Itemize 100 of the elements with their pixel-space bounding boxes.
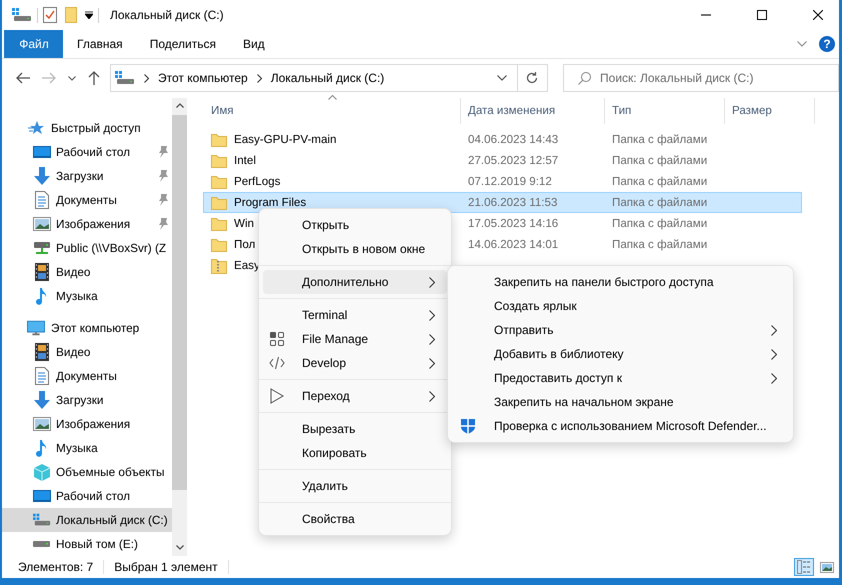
chevron-right-icon [771,373,777,384]
close-icon[interactable] [813,10,823,20]
file-name[interactable]: Win [234,217,254,230]
menu-item[interactable]: Переход [263,384,447,408]
file-name[interactable]: Easy [234,259,260,272]
sidebar-item[interactable]: Загрузки [2,164,172,188]
folder-icon [211,154,227,168]
folder-icon [211,196,227,210]
sidebar-item[interactable]: Изображения [2,212,172,236]
zip-folder-icon [211,258,227,274]
back-arrow-icon[interactable] [16,72,30,84]
chevron-right-icon [429,334,435,345]
menu-item[interactable]: Предоставить доступ к [452,366,789,390]
folder-icon [211,174,227,188]
image-icon [33,417,51,431]
menu-item[interactable]: Terminal [263,303,447,327]
address-bar[interactable]: Этот компьютер Локальный диск (C:) [110,64,518,92]
pin-icon [158,194,168,206]
scroll-thumb[interactable] [172,115,187,490]
menu-item[interactable]: Закрепить на начальном экране [452,390,789,414]
selected-row-highlight[interactable]: Program Files 21.06.2023 11:53 Папка с файлами [203,192,802,213]
film-icon [35,263,49,281]
film-icon [35,343,49,361]
help-button[interactable]: ? [819,36,835,52]
sidebar-item[interactable]: Public (\\VBoxSvr) (Z [2,236,172,260]
menu-item[interactable]: Проверка с использованием Microsoft Defender... [452,414,789,438]
menu-item[interactable]: Дополнительно [263,270,447,294]
menu-item[interactable]: Удалить [263,474,447,498]
column-header[interactable]: Размер [725,98,815,124]
breadcrumb[interactable]: Локальный диск (C:) [270,71,384,85]
menu-item[interactable]: Добавить в библиотеку [452,342,789,366]
ribbon-tab[interactable]: Вид [228,30,278,58]
file-name[interactable]: Easy-GPU-PV-main [234,133,336,146]
system-drive-icon [33,513,51,527]
sidebar-item[interactable]: Рабочий стол [2,140,172,164]
column-header[interactable]: Имя [204,98,461,124]
search-input[interactable]: Поиск: Локальный диск (C:) [600,71,838,85]
chevron-right-icon [771,349,777,360]
file-name[interactable]: Intel [234,154,256,167]
ribbon-tab[interactable]: Поделиться [136,30,229,58]
recent-locations-icon[interactable] [68,76,76,80]
refresh-button[interactable] [516,64,548,92]
sidebar-item[interactable]: Локальный диск (C:) [2,508,172,532]
sidebar-item[interactable]: Документы [2,188,172,212]
dropdown-caret-icon[interactable] [85,11,93,19]
network-drive-icon [33,240,51,256]
menu-item[interactable]: File Manage [263,327,447,351]
system-drive-icon [12,8,32,22]
menu-item[interactable]: Создать ярлык [452,294,789,318]
chevron-right-icon [429,358,435,369]
sidebar-item[interactable]: Документы [2,364,172,388]
sidebar-item[interactable]: Музыка [2,436,172,460]
date-cell-text: 17.05.2023 14:16 [467,217,560,230]
scrollbar[interactable] [172,98,187,556]
chevron-right-icon [429,310,435,321]
scroll-down-icon[interactable] [176,545,184,550]
file-menu-tab[interactable]: Файл [4,30,63,58]
code-icon [269,356,285,370]
type-cell-text: Папка с файлами [611,238,708,251]
pin-icon [158,146,168,158]
ribbon-tab[interactable]: Главная [63,30,136,58]
column-header[interactable]: Дата изменения [461,98,605,124]
desktop-icon [33,145,51,159]
up-arrow-icon[interactable] [88,71,100,85]
expand-ribbon-icon[interactable] [797,41,807,47]
sidebar-item[interactable]: Рабочий стол [2,484,172,508]
sidebar-item[interactable]: Этот компьютер [2,316,172,340]
menu-item[interactable]: Открыть [263,213,447,237]
menu-item[interactable]: Открыть в новом окне [263,237,447,261]
computer-icon [27,320,45,336]
document-icon [35,367,49,385]
sidebar-item[interactable]: Видео [2,260,172,284]
menu-item[interactable]: Свойства [263,507,447,531]
menu-item[interactable]: Develop [263,351,447,375]
sidebar-item[interactable]: Загрузки [2,388,172,412]
file-name[interactable]: Пол [234,238,256,251]
file-name[interactable]: PerfLogs [234,175,280,188]
maximize-icon[interactable] [757,10,767,20]
sidebar-item[interactable]: Музыка [2,284,172,308]
breadcrumb[interactable]: Этот компьютер [158,71,248,85]
sidebar-item[interactable]: Новый том (E:) [2,532,172,556]
details-view-icon [797,560,811,574]
scroll-up-icon[interactable] [176,103,184,108]
sidebar-item[interactable]: Изображения [2,412,172,436]
menu-item[interactable]: Отправить [452,318,789,342]
view-button[interactable] [794,558,814,576]
search-field[interactable]: Поиск: Локальный диск (C:) [563,64,840,92]
folder-icon [211,132,227,146]
sidebar-item[interactable]: Объемные объекты [2,460,172,484]
column-header[interactable]: Тип [605,98,725,124]
menu-item[interactable]: Вырезать [263,417,447,441]
menu-item[interactable]: Закрепить на панели быстрого доступа [452,270,789,294]
sidebar-item[interactable]: Видео [2,340,172,364]
sidebar-item[interactable]: Быстрый доступ [2,116,172,140]
chevron-right-icon [256,74,262,82]
music-note-icon [36,439,48,457]
file-name[interactable]: Program Files [234,196,306,209]
address-dropdown-icon[interactable] [496,75,507,81]
checklist-icon [43,7,57,23]
menu-item[interactable]: Копировать [263,441,447,465]
